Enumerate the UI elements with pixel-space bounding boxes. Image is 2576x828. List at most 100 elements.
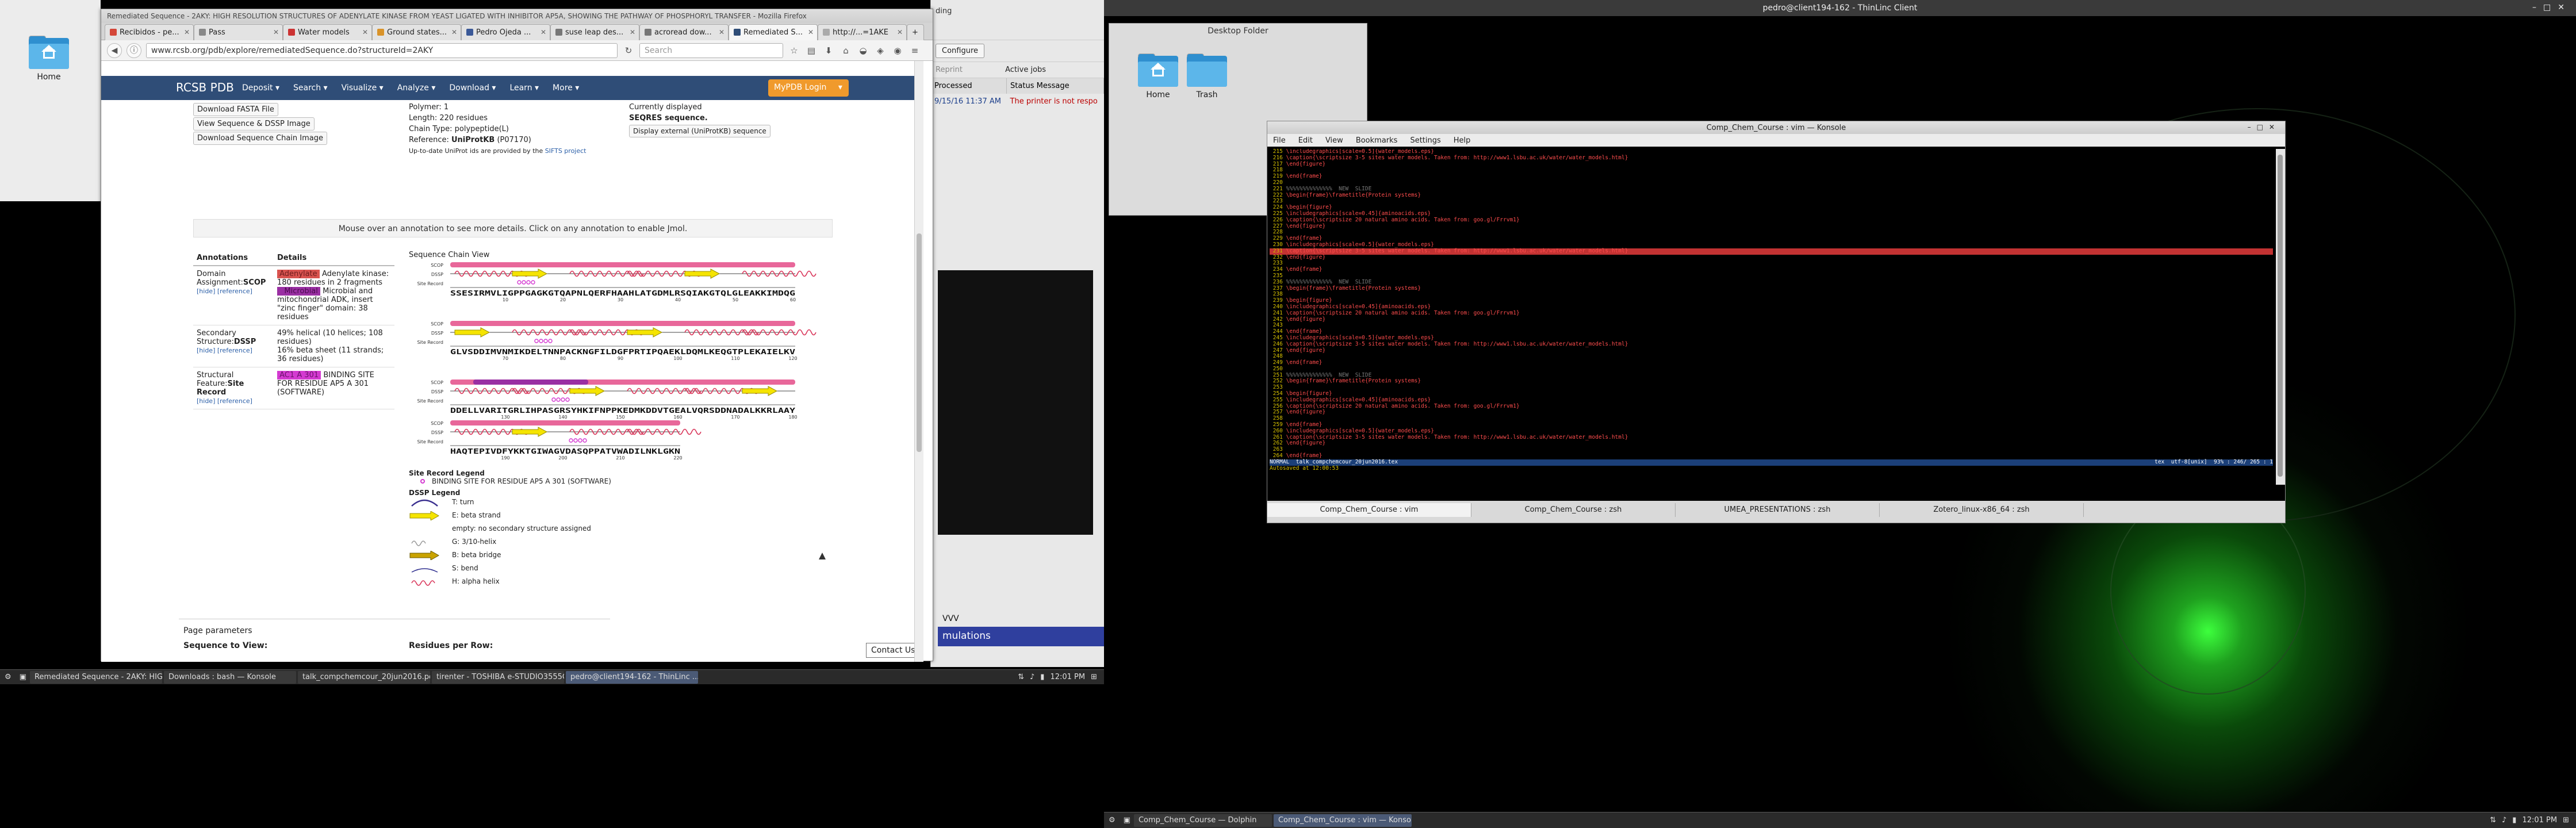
- tab-close-icon[interactable]: ✕: [451, 28, 457, 36]
- network-icon[interactable]: ⇅: [1018, 673, 1024, 681]
- desktop-trash[interactable]: Trash: [1170, 52, 1244, 99]
- konsole-tab[interactable]: UMEA_PRESENTATIONS : zsh: [1676, 503, 1880, 517]
- back-icon[interactable]: ◀: [107, 43, 122, 58]
- taskbar-task[interactable]: Comp_Chem_Course — Dolphin: [1133, 814, 1272, 827]
- taskbar-task[interactable]: Remediated Sequence - 2AKY: HIG...: [29, 670, 162, 684]
- col-status[interactable]: Status Message: [1006, 78, 1104, 94]
- hide-reference-links[interactable]: [hide] [reference]: [197, 347, 252, 354]
- tab-close-icon[interactable]: ✕: [630, 28, 635, 36]
- tab-close-icon[interactable]: ✕: [184, 28, 190, 36]
- pdb-menu-item[interactable]: Visualize ▾: [342, 83, 384, 93]
- terminal-scroll-thumb[interactable]: [2278, 155, 2283, 477]
- tab-close-icon[interactable]: ✕: [808, 28, 814, 36]
- show-desktop-icon[interactable]: ▣: [1120, 816, 1134, 825]
- grid-icon[interactable]: ⊞: [1091, 673, 1097, 681]
- konsole-menu-item[interactable]: Edit: [1298, 136, 1313, 145]
- pdb-menu-item[interactable]: Deposit ▾: [242, 83, 279, 93]
- konsole-tab[interactable]: Comp_Chem_Course : vim: [1267, 503, 1471, 517]
- scop-chip-purple[interactable]: Microbial: [277, 287, 320, 296]
- pdb-menu-item[interactable]: Analyze ▾: [397, 83, 436, 93]
- pocket-icon[interactable]: ◒: [857, 44, 869, 57]
- browser-tab[interactable]: Recibidos - pe... ✕: [105, 24, 194, 40]
- konsole-menu-item[interactable]: Help: [1454, 136, 1471, 145]
- browser-tab[interactable]: Ground states... ✕: [372, 24, 461, 40]
- taskbar-task[interactable]: Comp_Chem_Course : vim — Konsole: [1273, 814, 1412, 827]
- grid-icon[interactable]: ⊞: [2563, 816, 2569, 825]
- chat-icon[interactable]: ◉: [891, 44, 904, 57]
- taskbar-task[interactable]: pedro@client194-162 - ThinLinc ...: [565, 670, 698, 684]
- taskbar-task[interactable]: talk_compchemcour_20jun2016.pdf: [297, 670, 430, 684]
- shield-icon[interactable]: ◈: [874, 44, 887, 57]
- desktop-home-folder[interactable]: Home: [12, 34, 86, 82]
- configure-button[interactable]: Configure: [936, 44, 985, 58]
- scop-chip-red[interactable]: Adenylate: [277, 270, 320, 278]
- browser-tab[interactable]: suse leap des... ✕: [550, 24, 639, 40]
- browser-tab[interactable]: Pass ✕: [194, 24, 283, 40]
- star-icon[interactable]: ☆: [788, 44, 800, 57]
- taskbar-task[interactable]: Downloads : bash — Konsole: [163, 670, 296, 684]
- download-chain-image-button[interactable]: Download Sequence Chain Image: [193, 132, 327, 145]
- tab-close-icon[interactable]: ✕: [719, 28, 724, 36]
- left-clock[interactable]: 12:01 PM: [1050, 673, 1085, 681]
- download-icon[interactable]: ⬇: [822, 44, 835, 57]
- page-scroll-thumb[interactable]: [917, 233, 922, 452]
- contact-us-button[interactable]: Contact Us: [866, 643, 921, 658]
- tab-close-icon[interactable]: ✕: [540, 28, 546, 36]
- konsole-window-buttons[interactable]: –□✕: [2248, 123, 2280, 131]
- terminal-scrollbar[interactable]: [2276, 149, 2285, 485]
- konsole-menu-item[interactable]: View: [1325, 136, 1343, 145]
- reload-icon[interactable]: ↻: [622, 44, 635, 57]
- page-scrollbar[interactable]: [914, 61, 923, 662]
- tab-close-icon[interactable]: ✕: [897, 28, 903, 36]
- tab-close-icon[interactable]: ✕: [273, 28, 279, 36]
- tab-close-icon[interactable]: ✕: [362, 28, 368, 36]
- start-menu-icon[interactable]: ⚙: [1104, 816, 1120, 825]
- terminal-vim-buffer[interactable]: 215 \includegraphics[scale=0.5]{water_mo…: [1270, 149, 2273, 485]
- clipboard-icon[interactable]: ▤: [805, 44, 818, 57]
- battery-icon[interactable]: ▮: [1040, 673, 1044, 681]
- col-processed[interactable]: Processed: [931, 78, 1007, 94]
- browser-tab[interactable]: acroread dow... ✕: [639, 24, 729, 40]
- hide-reference-links[interactable]: [hide] [reference]: [197, 397, 252, 405]
- browser-tab[interactable]: Remediated S... ✕: [729, 24, 818, 40]
- sifts-link[interactable]: SIFTS project: [545, 147, 586, 155]
- show-desktop-icon[interactable]: ▣: [16, 673, 30, 681]
- job-row[interactable]: 9/15/16 11:37 AM The printer is not resp…: [931, 94, 1104, 109]
- url-bar[interactable]: www.rcsb.org/pdb/explore/remediatedSeque…: [146, 43, 618, 58]
- pdb-menu-item[interactable]: More ▾: [553, 83, 579, 93]
- download-fasta-button[interactable]: Download FASTA File: [193, 103, 278, 116]
- pdb-logo[interactable]: RCSB PDB: [176, 80, 234, 94]
- menu-icon[interactable]: ≡: [908, 44, 921, 57]
- network-icon[interactable]: ⇅: [2490, 816, 2496, 825]
- pdb-menu-item[interactable]: Download ▾: [449, 83, 496, 93]
- konsole-tab[interactable]: Zotero_linux-x86_64 : zsh: [1880, 503, 2084, 517]
- browser-tab[interactable]: Water models ✕: [283, 24, 372, 40]
- start-menu-icon[interactable]: ⚙: [0, 673, 16, 681]
- sequence-tracks-svg[interactable]: SCOP DSSP Site Record SSESIRMVLIGPPGAGKGTQA…: [409, 251, 834, 469]
- right-clock[interactable]: 12:01 PM: [2522, 816, 2557, 825]
- battery-icon[interactable]: ▮: [2512, 816, 2516, 825]
- reprint-button[interactable]: Reprint: [936, 66, 963, 74]
- info-icon[interactable]: ⓘ: [126, 43, 141, 58]
- active-jobs-toggle[interactable]: Active jobs: [1005, 66, 1046, 74]
- konsole-menu-item[interactable]: Settings: [1410, 136, 1440, 145]
- new-tab-button[interactable]: +: [907, 24, 924, 40]
- site-chip-magenta[interactable]: AC1 A 301: [277, 371, 321, 379]
- pdb-menu-item[interactable]: Learn ▾: [509, 83, 539, 93]
- konsole-menu-item[interactable]: Bookmarks: [1356, 136, 1398, 145]
- view-sequence-dssp-button[interactable]: View Sequence & DSSP Image: [193, 117, 315, 131]
- browser-tab[interactable]: http://...=1AKE ✕: [818, 24, 907, 40]
- hide-reference-links[interactable]: [hide] [reference]: [197, 288, 252, 295]
- browser-tab[interactable]: Pedro Ojeda ... ✕: [461, 24, 550, 40]
- thinlinc-window-buttons[interactable]: –□✕: [2532, 3, 2571, 12]
- mypdb-login-button[interactable]: MyPDB Login ▾: [768, 79, 849, 97]
- konsole-menu-item[interactable]: File: [1273, 136, 1286, 145]
- display-external-button[interactable]: Display external (UniProtKB) sequence: [629, 125, 770, 137]
- search-bar[interactable]: Search: [639, 43, 783, 58]
- konsole-tab[interactable]: Comp_Chem_Course : zsh: [1471, 503, 1676, 517]
- volume-icon[interactable]: ♪: [2502, 816, 2506, 825]
- taskbar-task[interactable]: tirenter - TOSHIBA e-STUDIO3555C...: [431, 670, 564, 684]
- home-icon[interactable]: ⌂: [839, 44, 852, 57]
- volume-icon[interactable]: ♪: [1030, 673, 1034, 681]
- pdb-menu-item[interactable]: Search ▾: [293, 83, 328, 93]
